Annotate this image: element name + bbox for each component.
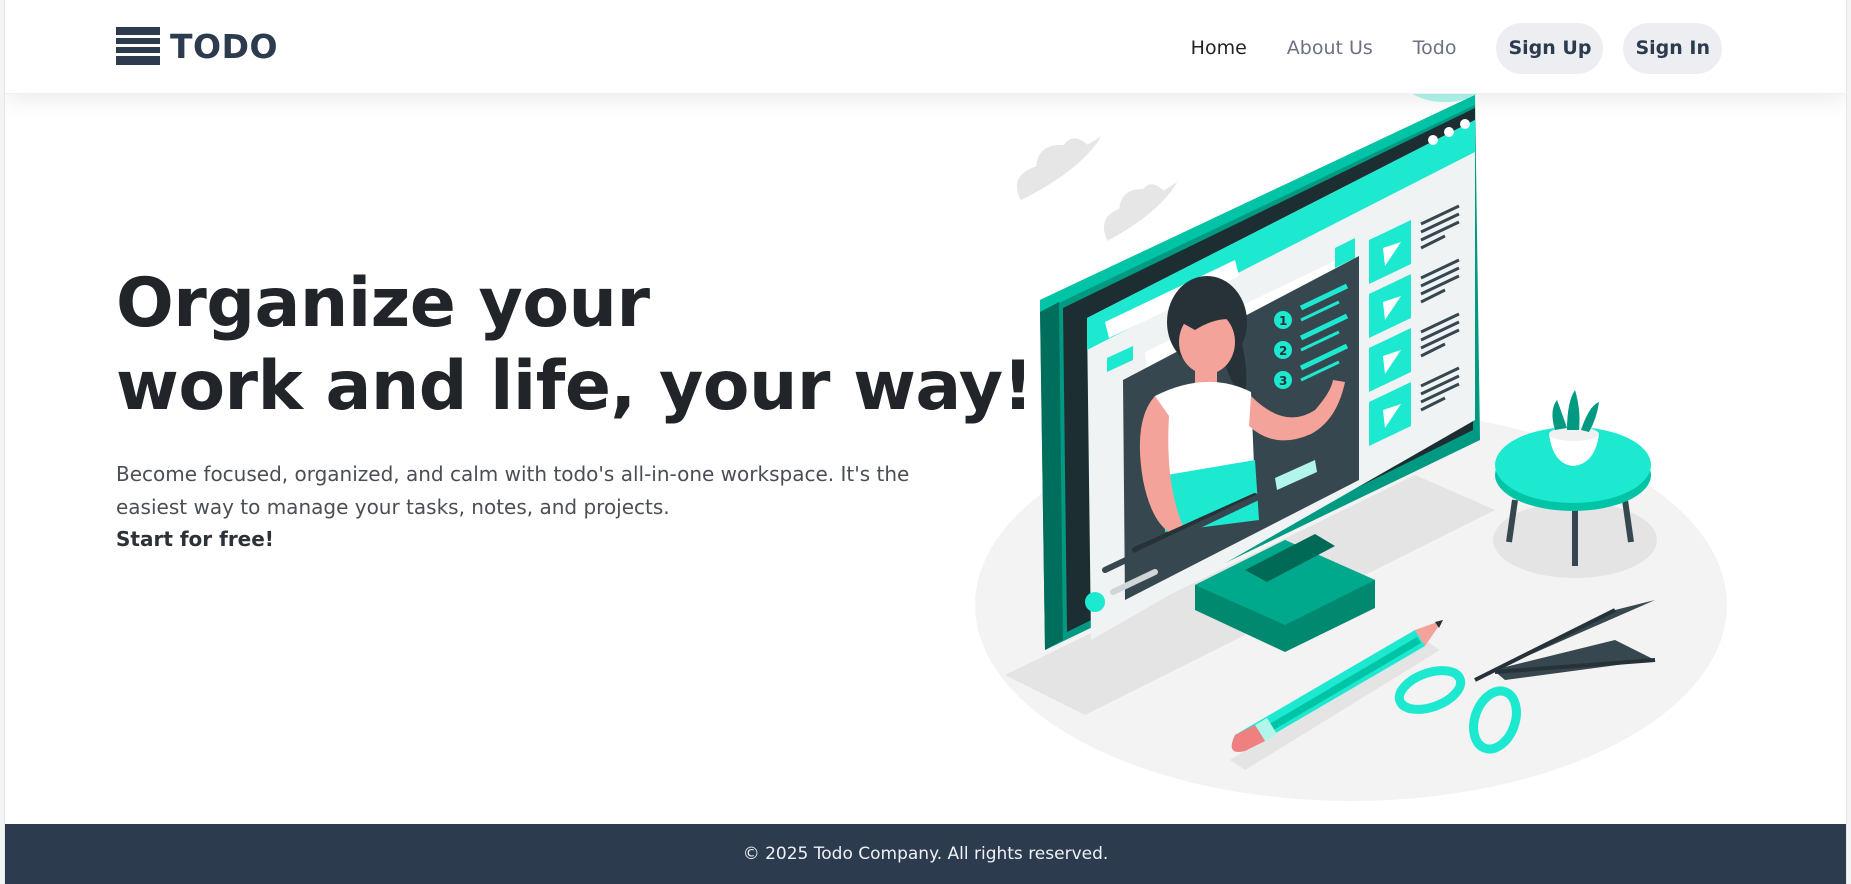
sign-up-button[interactable]: Sign Up <box>1496 22 1604 74</box>
nav-todo-link[interactable]: Todo <box>1413 38 1457 58</box>
footer-copyright: © 2025 Todo Company. All rights reserved… <box>742 844 1109 864</box>
main-nav: Home About Us Todo Sign Up Sign In <box>1191 22 1722 74</box>
online-video-lesson-illustration: 1 2 3 <box>975 80 1727 801</box>
svg-text:2: 2 <box>1279 344 1287 358</box>
list-logo-icon <box>116 27 160 65</box>
start-free-cta[interactable]: Start for free! <box>116 526 274 552</box>
hero-title-line-1: Organize your <box>116 264 650 343</box>
hero-title-line-2: work and life, your way! <box>116 347 1034 426</box>
navbar: TODO Home About Us Todo Sign Up Sign In <box>5 0 1846 94</box>
hero-description: Become focused, organized, and calm with… <box>116 462 910 519</box>
nav-about-link[interactable]: About Us <box>1287 38 1373 58</box>
svg-text:1: 1 <box>1279 314 1287 328</box>
brand-name: TODO <box>170 26 279 66</box>
cloud-icon <box>1017 136 1178 241</box>
svg-text:3: 3 <box>1279 374 1287 388</box>
footer: © 2025 Todo Company. All rights reserved… <box>5 824 1846 884</box>
nav-home-link[interactable]: Home <box>1191 38 1247 58</box>
page: TODO Home About Us Todo Sign Up Sign In … <box>4 0 1847 884</box>
hero-title: Organize your work and life, your way! <box>116 262 1034 428</box>
brand-logo[interactable]: TODO <box>116 27 278 65</box>
sign-in-button[interactable]: Sign In <box>1623 22 1722 74</box>
